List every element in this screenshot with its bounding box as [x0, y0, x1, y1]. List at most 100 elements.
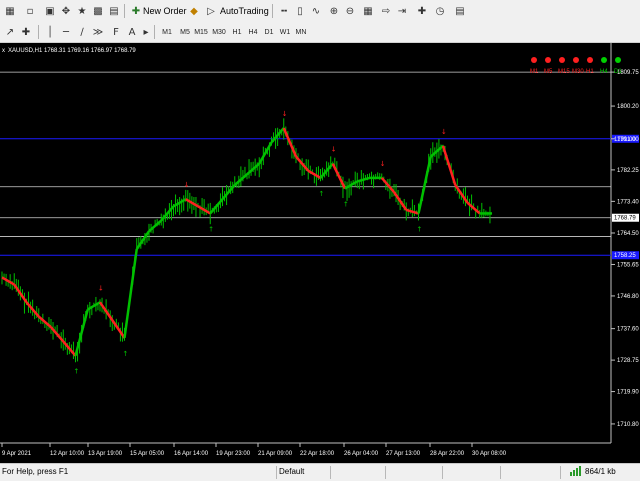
indicators-icon[interactable]: ✚ [414, 3, 430, 19]
price-tick-label: 1728.75 [617, 358, 639, 364]
price-tick-label: 1710.80 [617, 422, 639, 428]
traffic-text: 864/1 kb [585, 467, 616, 476]
price-tick-label: 1800.20 [617, 104, 639, 110]
zoom-out-icon[interactable]: ⊖ [342, 3, 358, 19]
time-tick-label: 12 Apr 10:00 [50, 451, 85, 457]
time-tick-label: 30 Apr 08:00 [472, 451, 507, 457]
sell-arrow: ↓ [331, 146, 337, 154]
time-tick-label: 16 Apr 14:00 [174, 451, 209, 457]
signal-label: H4 [600, 69, 608, 75]
timeframe-h1[interactable]: H1 [230, 25, 244, 39]
connection-icon [570, 466, 584, 478]
trend-segment [282, 127, 298, 158]
chart-shift-icon[interactable]: ⇥ [394, 3, 410, 19]
profile-name: Default [279, 467, 305, 476]
vertical-line-icon[interactable]: │ [42, 24, 58, 40]
trend-segment [417, 156, 432, 214]
equidistant-channel-icon[interactable]: ≫ [90, 24, 106, 40]
chart-canvas[interactable]: x XAUUSD,H1 1768.31 1769.16 1766.97 1768… [0, 43, 640, 463]
time-tick-label: 26 Apr 04:00 [344, 451, 379, 457]
templates-icon[interactable]: ▤ [452, 3, 468, 19]
price-tick-label: 1764.50 [617, 231, 639, 237]
timeframe-m30[interactable]: M30 [212, 25, 226, 39]
buy-arrow: ↑ [208, 225, 214, 233]
price-tick-label: 1719.90 [617, 390, 639, 396]
new-order-button[interactable]: New Order [143, 3, 187, 19]
timeframe-d1[interactable]: D1 [262, 25, 276, 39]
new-chart-icon[interactable]: ▦ [2, 3, 18, 19]
timeframe-h4[interactable]: H4 [246, 25, 260, 39]
signal-dot [601, 57, 607, 63]
sell-arrow: ↓ [282, 110, 288, 118]
line-chart-icon[interactable]: ∿ [308, 3, 324, 19]
timeframe-mn[interactable]: MN [294, 25, 308, 39]
autotrading-button[interactable]: AutoTrading [220, 3, 269, 19]
trend-segment [123, 248, 138, 339]
price-tick-label: 1782.25 [617, 168, 639, 174]
trend-segment [331, 163, 347, 190]
market-watch-icon[interactable]: ▣ [42, 3, 58, 19]
signal-dot [531, 57, 537, 63]
candlestick-icon[interactable]: ▯ [292, 3, 308, 19]
data-window-icon[interactable]: ✥ [58, 3, 74, 19]
current-price-label: 1768.79 [614, 216, 636, 222]
signal-label: D1 [614, 69, 622, 75]
price-tick-label: 1755.65 [617, 262, 639, 268]
signal-label: M5 [544, 69, 553, 75]
tile-windows-icon[interactable]: ▦ [360, 3, 376, 19]
sell-arrow: ↓ [441, 128, 447, 136]
buy-arrow: ↑ [319, 190, 325, 198]
sell-arrow: ↓ [98, 284, 104, 292]
trend-segment [356, 176, 370, 183]
timeframe-m1[interactable]: M1 [160, 25, 174, 39]
trendline-icon[interactable]: ∕ [74, 24, 90, 40]
label-icon[interactable]: ▸ [138, 24, 154, 40]
periods-icon[interactable]: ◷ [432, 3, 448, 19]
timeframe-w1[interactable]: W1 [278, 25, 292, 39]
time-tick-label: 28 Apr 22:00 [430, 451, 465, 457]
help-text: For Help, press F1 [2, 467, 69, 476]
chart-close-icon[interactable]: x [2, 48, 5, 54]
price-tick-label: 1746.80 [617, 294, 639, 300]
terminal-icon[interactable]: ▩ [90, 3, 106, 19]
auto-scroll-icon[interactable]: ⇨ [378, 3, 394, 19]
signal-dot [587, 57, 593, 63]
signal-label: H1 [586, 69, 594, 75]
signal-dot [573, 57, 579, 63]
timeframe-m15[interactable]: M15 [194, 25, 208, 39]
signal-label: M1 [530, 69, 539, 75]
navigator-icon[interactable]: ★ [74, 3, 90, 19]
strategy-tester-icon[interactable]: ▤ [106, 3, 122, 19]
signal-dot [615, 57, 621, 63]
time-tick-label: 27 Apr 13:00 [386, 451, 421, 457]
drawing-toolbar: ↗ ✚ │ ─ ∕ ≫ F A ▸ M1 M5 M15 M30 H1 H4 D1… [0, 22, 640, 43]
price-tick-label: 1791.00 [617, 137, 639, 143]
metaeditor-icon[interactable]: ◆ [186, 3, 202, 19]
time-tick-label: 19 Apr 23:00 [216, 451, 251, 457]
signal-label: M15 [558, 69, 570, 75]
signal-label: M30 [572, 69, 584, 75]
signal-dot [559, 57, 565, 63]
horizontal-line-icon[interactable]: ─ [58, 24, 74, 40]
buy-arrow: ↑ [74, 368, 80, 376]
profiles-icon[interactable]: ▫ [22, 3, 38, 19]
main-toolbar: ▦ ▫ ▣ ✥ ★ ▩ ▤ ✚ New Order ◆ ▷ AutoTradin… [0, 0, 640, 23]
price-tick-label: 1737.60 [617, 327, 639, 333]
zoom-in-icon[interactable]: ⊕ [326, 3, 342, 19]
time-tick-label: 21 Apr 09:00 [258, 451, 293, 457]
buy-arrow: ↑ [343, 201, 349, 209]
autotrading-icon[interactable]: ▷ [203, 3, 219, 19]
time-tick-label: 15 Apr 05:00 [130, 451, 165, 457]
price-chart[interactable]: x XAUUSD,H1 1768.31 1769.16 1766.97 1768… [0, 43, 640, 463]
blue-level-label: 1758.25 [614, 253, 636, 259]
status-bar: For Help, press F1 Default 864/1 kb [0, 463, 640, 481]
bar-chart-icon[interactable]: ╍ [276, 3, 292, 19]
timeframe-m5[interactable]: M5 [178, 25, 192, 39]
fibonacci-icon[interactable]: F [108, 24, 124, 40]
symbol-info: XAUUSD,H1 1768.31 1769.16 1766.97 1768.7… [8, 48, 136, 54]
time-tick-label: 9 Apr 2021 [2, 451, 32, 457]
cursor-icon[interactable]: ↗ [2, 24, 18, 40]
crosshair-icon[interactable]: ✚ [18, 24, 34, 40]
time-tick-label: 22 Apr 18:00 [300, 451, 335, 457]
new-order-icon[interactable]: ✚ [128, 3, 144, 19]
